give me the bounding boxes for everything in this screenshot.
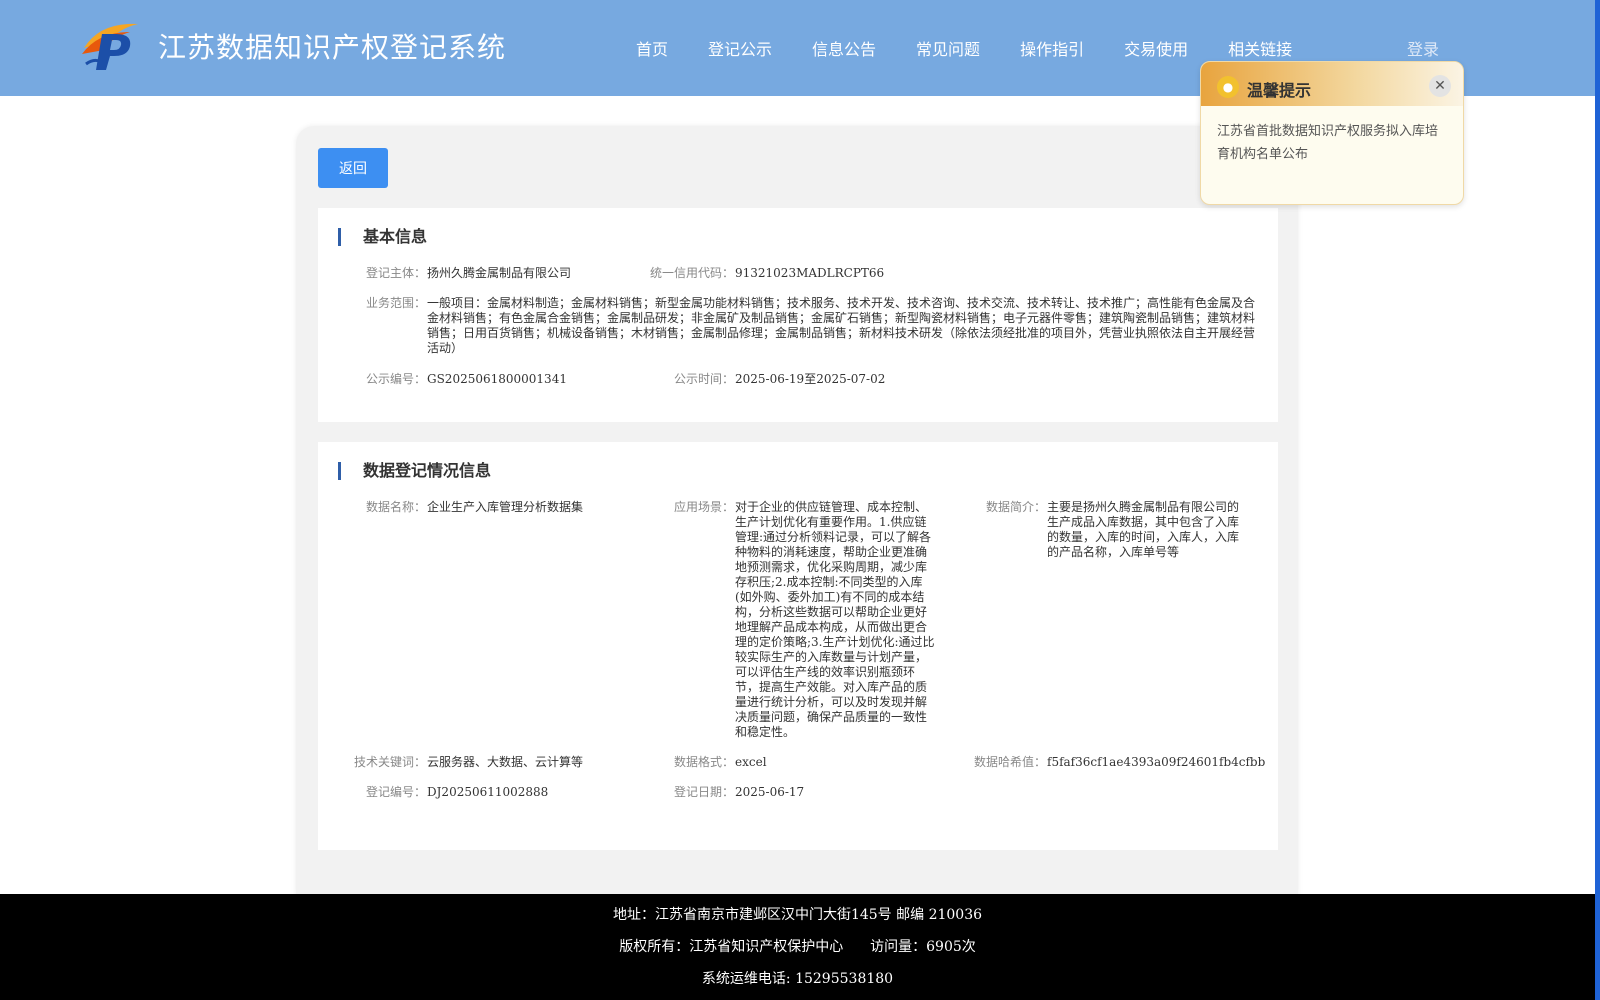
nav-item-faq[interactable]: 常见问题 bbox=[916, 36, 980, 60]
data-hash-label: 数据哈希值： bbox=[973, 755, 1046, 769]
login-link[interactable]: 登录 bbox=[1407, 36, 1439, 60]
business-scope-label: 业务范围： bbox=[365, 296, 426, 310]
section-title-data-registration: 数据登记情况信息 bbox=[338, 462, 491, 480]
notice-header: ● 温馨提示 ✕ bbox=[1201, 62, 1463, 106]
site-footer: 地址：江苏省南京市建邺区汉中门大街145号 邮编 210036 版权所有：江苏省… bbox=[0, 894, 1595, 1000]
logo-icon[interactable] bbox=[80, 18, 142, 72]
basic-info-panel: 基本信息 登记主体： 扬州久腾金属制品有限公司 统一信用代码： 91321023… bbox=[318, 208, 1278, 422]
application-scene-label: 应用场景： bbox=[673, 500, 734, 514]
site-title: 江苏数据知识产权登记系统 bbox=[158, 31, 507, 64]
publicity-time-value: 2025-06-19至2025-07-02 bbox=[735, 372, 886, 386]
back-button[interactable]: 返回 bbox=[318, 148, 388, 188]
data-name-value: 企业生产入库管理分析数据集 bbox=[427, 500, 584, 514]
application-scene-value: 对于企业的供应链管理、成本控制、生产计划优化有重要作用。1.供应链管理:通过分析… bbox=[735, 500, 935, 739]
nav-item-home[interactable]: 首页 bbox=[636, 36, 668, 60]
data-format-value: excel bbox=[735, 755, 767, 769]
data-name-label: 数据名称： bbox=[365, 500, 426, 514]
publicity-number-value: GS2025061800001341 bbox=[427, 372, 567, 386]
data-intro-label: 数据简介： bbox=[985, 500, 1046, 514]
footer-copyright: 版权所有：江苏省知识产权保护中心 bbox=[619, 939, 844, 955]
publicity-number-label: 公示编号： bbox=[365, 372, 426, 386]
notice-link[interactable]: 江苏省首批数据知识产权服务拟入库培育机构名单公布 bbox=[1201, 106, 1463, 180]
registration-date-value: 2025-06-17 bbox=[735, 785, 805, 799]
main-nav: 首页 登记公示 信息公告 常见问题 操作指引 交易使用 相关链接 bbox=[636, 36, 1332, 60]
credit-code-label: 统一信用代码： bbox=[649, 266, 734, 280]
nav-item-guide[interactable]: 操作指引 bbox=[1020, 36, 1084, 60]
nav-item-links[interactable]: 相关链接 bbox=[1228, 36, 1292, 60]
footer-visits: 访问量：6905次 bbox=[870, 939, 976, 955]
nav-item-trading[interactable]: 交易使用 bbox=[1124, 36, 1188, 60]
data-hash-value: f5faf36cf1ae4393a09f24601fb4cfbb bbox=[1047, 755, 1266, 769]
page-scrollbar[interactable] bbox=[1595, 0, 1600, 1000]
data-registration-panel: 数据登记情况信息 数据名称： 企业生产入库管理分析数据集 应用场景： 对于企业的… bbox=[318, 442, 1278, 850]
notice-popup: ● 温馨提示 ✕ 江苏省首批数据知识产权服务拟入库培育机构名单公布 bbox=[1200, 61, 1464, 205]
lightbulb-icon: ● bbox=[1217, 76, 1239, 98]
tech-keywords-value: 云服务器、大数据、云计算等 bbox=[427, 755, 584, 769]
footer-copyright-row: 版权所有：江苏省知识产权保护中心 访问量：6905次 bbox=[0, 936, 1595, 956]
publicity-time-label: 公示时间： bbox=[673, 372, 734, 386]
section-title-basic-info: 基本信息 bbox=[338, 228, 427, 246]
tech-keywords-label: 技术关键词： bbox=[353, 755, 426, 769]
notice-title: 温馨提示 bbox=[1247, 81, 1312, 100]
data-intro-value: 主要是扬州久腾金属制品有限公司的生产成品入库数据，其中包含了入库的数量，入库的时… bbox=[1047, 500, 1240, 559]
subject-value: 扬州久腾金属制品有限公司 bbox=[427, 266, 572, 280]
close-icon[interactable]: ✕ bbox=[1429, 75, 1451, 97]
footer-address: 地址：江苏省南京市建邺区汉中门大街145号 邮编 210036 bbox=[612, 907, 983, 923]
data-format-label: 数据格式： bbox=[673, 755, 734, 769]
nav-item-announcements[interactable]: 信息公告 bbox=[812, 36, 876, 60]
registration-number-label: 登记编号： bbox=[365, 785, 426, 799]
footer-phone: 系统运维电话: 15295538180 bbox=[701, 971, 894, 987]
business-scope-value: 一般项目：金属材料制造；金属材料销售；新型金属功能材料销售；技术服务、技术开发、… bbox=[427, 296, 1256, 355]
nav-item-registration-publicity[interactable]: 登记公示 bbox=[708, 36, 772, 60]
credit-code-value: 91321023MADLRCPT66 bbox=[735, 266, 885, 280]
subject-label: 登记主体： bbox=[365, 266, 426, 280]
registration-number-value: DJ20250611002888 bbox=[427, 785, 549, 799]
registration-date-label: 登记日期： bbox=[673, 785, 734, 799]
